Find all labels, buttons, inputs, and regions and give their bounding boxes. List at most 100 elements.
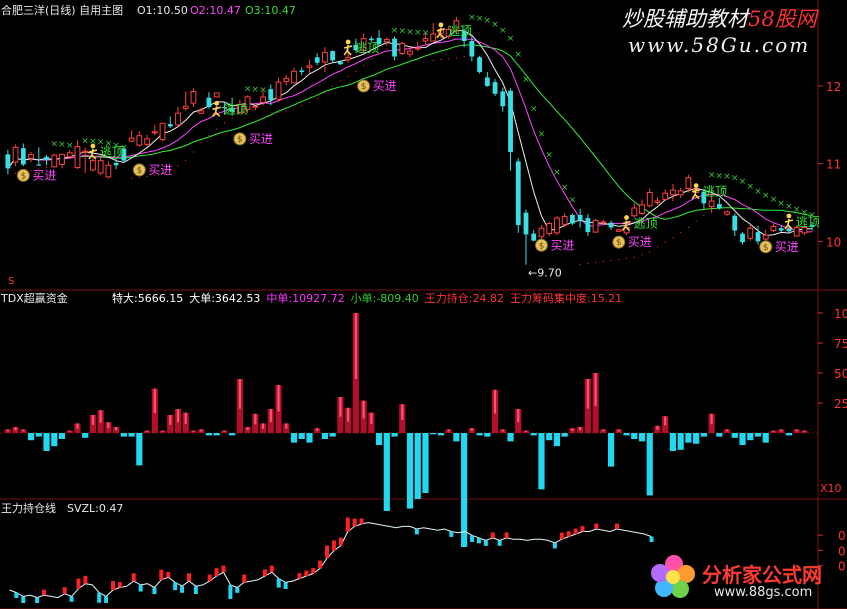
runner-body bbox=[212, 106, 221, 117]
sar-dot: × bbox=[522, 75, 530, 85]
fund-bar-highlight bbox=[501, 429, 504, 432]
svzl-bar-down bbox=[152, 587, 157, 595]
fund-bar-negative bbox=[27, 433, 35, 441]
fund-bar-negative bbox=[383, 433, 390, 511]
fund-bar-highlight bbox=[362, 400, 365, 419]
fund-bar-highlight bbox=[517, 409, 520, 423]
svzl-bar-up bbox=[338, 537, 343, 546]
sar-dot: · bbox=[215, 125, 218, 135]
fund-bar-highlight bbox=[192, 430, 195, 432]
sar-dot: × bbox=[507, 34, 515, 44]
fund-bar-negative bbox=[375, 433, 383, 445]
sar-dot: × bbox=[754, 187, 762, 197]
sar-dot: · bbox=[447, 55, 450, 65]
svzl-bar-up bbox=[325, 545, 330, 559]
candle-body-down bbox=[500, 91, 506, 107]
sar-dot: · bbox=[702, 212, 705, 222]
fund-bar-highlight bbox=[803, 430, 806, 432]
candle-body-up bbox=[685, 177, 692, 190]
escape-signal-label: 逃顶 bbox=[224, 102, 248, 116]
runner-icon bbox=[343, 39, 353, 56]
flower-logo-icon bbox=[646, 552, 702, 602]
fund-bar-negative bbox=[461, 433, 468, 547]
svzl-bar-up bbox=[111, 581, 116, 591]
svzl-bar-up bbox=[262, 569, 267, 577]
main-chart-title: 合肥三洋(日线) 自用主图 bbox=[1, 4, 124, 17]
money-bag-sign: $ bbox=[539, 241, 545, 251]
runner-head bbox=[786, 213, 792, 219]
svzl-bar-down bbox=[497, 540, 502, 546]
fund-scale-x10: X10 bbox=[820, 482, 842, 495]
fund-bar-highlight bbox=[664, 416, 667, 426]
sar-dot: · bbox=[223, 119, 226, 129]
candle-body-down bbox=[338, 61, 343, 65]
sar-dot: · bbox=[293, 105, 296, 115]
fund-bar-highlight bbox=[223, 430, 226, 432]
candle-body-up bbox=[260, 96, 266, 103]
sar-dot: × bbox=[514, 50, 522, 60]
svzl-bar-up bbox=[345, 517, 350, 532]
ma-magenta-line bbox=[7, 38, 813, 233]
candle-body-down bbox=[330, 51, 336, 61]
sar-dot: · bbox=[385, 45, 388, 55]
fund-bar-negative bbox=[43, 433, 50, 451]
money-bag-sign: $ bbox=[237, 135, 243, 145]
candle-body-up bbox=[414, 47, 421, 50]
fund-bar-highlight bbox=[261, 423, 265, 429]
fund-bar-negative bbox=[631, 433, 638, 439]
fund-bar-negative bbox=[646, 433, 653, 496]
svzl-bar-up bbox=[359, 518, 364, 524]
fund-bar-negative bbox=[213, 433, 220, 436]
sar-dot: × bbox=[569, 195, 577, 205]
fund-bar-highlight bbox=[795, 429, 798, 432]
candle-body-up bbox=[770, 226, 777, 232]
candle-body-down bbox=[531, 233, 537, 241]
svzl-value: SVZL:0.47 bbox=[67, 502, 124, 515]
sar-dot: · bbox=[316, 94, 319, 104]
candle-body-up bbox=[190, 90, 197, 104]
runner-head bbox=[624, 215, 629, 220]
fund-bar-highlight bbox=[200, 429, 203, 432]
sar-dot: × bbox=[561, 183, 569, 193]
stock-chart-window: 121110······×××·××××××···············×××… bbox=[0, 0, 847, 609]
sar-dot: · bbox=[439, 56, 442, 66]
candle-body-up bbox=[646, 191, 653, 207]
svzl-bar-up bbox=[504, 532, 509, 538]
watermark-bottom-url: www.88gs.com bbox=[714, 585, 813, 600]
candle-body-down bbox=[44, 156, 49, 160]
candle-body-down bbox=[515, 161, 521, 226]
candle-body-up bbox=[12, 146, 19, 163]
sar-dot: × bbox=[50, 140, 58, 150]
buy-signal-label: 买进 bbox=[249, 132, 273, 146]
fund-bar-highlight bbox=[76, 423, 79, 429]
fund-bar-highlight bbox=[153, 388, 156, 414]
candle-body-up bbox=[639, 204, 645, 214]
sar-dot: · bbox=[664, 238, 667, 248]
candle-body-up bbox=[554, 217, 560, 234]
escape-signal-label: 逃顶 bbox=[355, 41, 379, 55]
candle-body-up bbox=[28, 153, 34, 159]
fund-bar-highlight bbox=[254, 413, 257, 425]
fund-bar-negative bbox=[290, 433, 298, 443]
fund-value-4: 王力持仓:24.82 bbox=[424, 292, 504, 305]
fund-bar-negative bbox=[484, 433, 491, 437]
price-axis-label-2: 10 bbox=[826, 235, 841, 249]
fund-bar-highlight bbox=[339, 397, 342, 417]
fund-bar-negative bbox=[607, 433, 615, 467]
fund-bar-negative bbox=[739, 433, 746, 445]
fund-bar-highlight bbox=[470, 428, 473, 431]
svzl-bar-down bbox=[283, 582, 288, 589]
sar-dot: × bbox=[491, 20, 499, 30]
sar-dot: · bbox=[323, 89, 326, 99]
sar-dot: × bbox=[723, 172, 731, 182]
sar-dot: × bbox=[414, 28, 422, 38]
sar-dot: · bbox=[354, 67, 357, 77]
candle-body-down bbox=[570, 214, 575, 224]
sar-dot: × bbox=[244, 84, 252, 94]
svzl-bar-up bbox=[331, 540, 336, 551]
svzl-bar-up bbox=[269, 565, 274, 573]
svzl-bar-down bbox=[193, 586, 198, 594]
fund-bar-negative bbox=[128, 433, 135, 437]
escape-signal-label: 逃顶 bbox=[634, 217, 658, 231]
sar-dot: · bbox=[300, 102, 303, 112]
